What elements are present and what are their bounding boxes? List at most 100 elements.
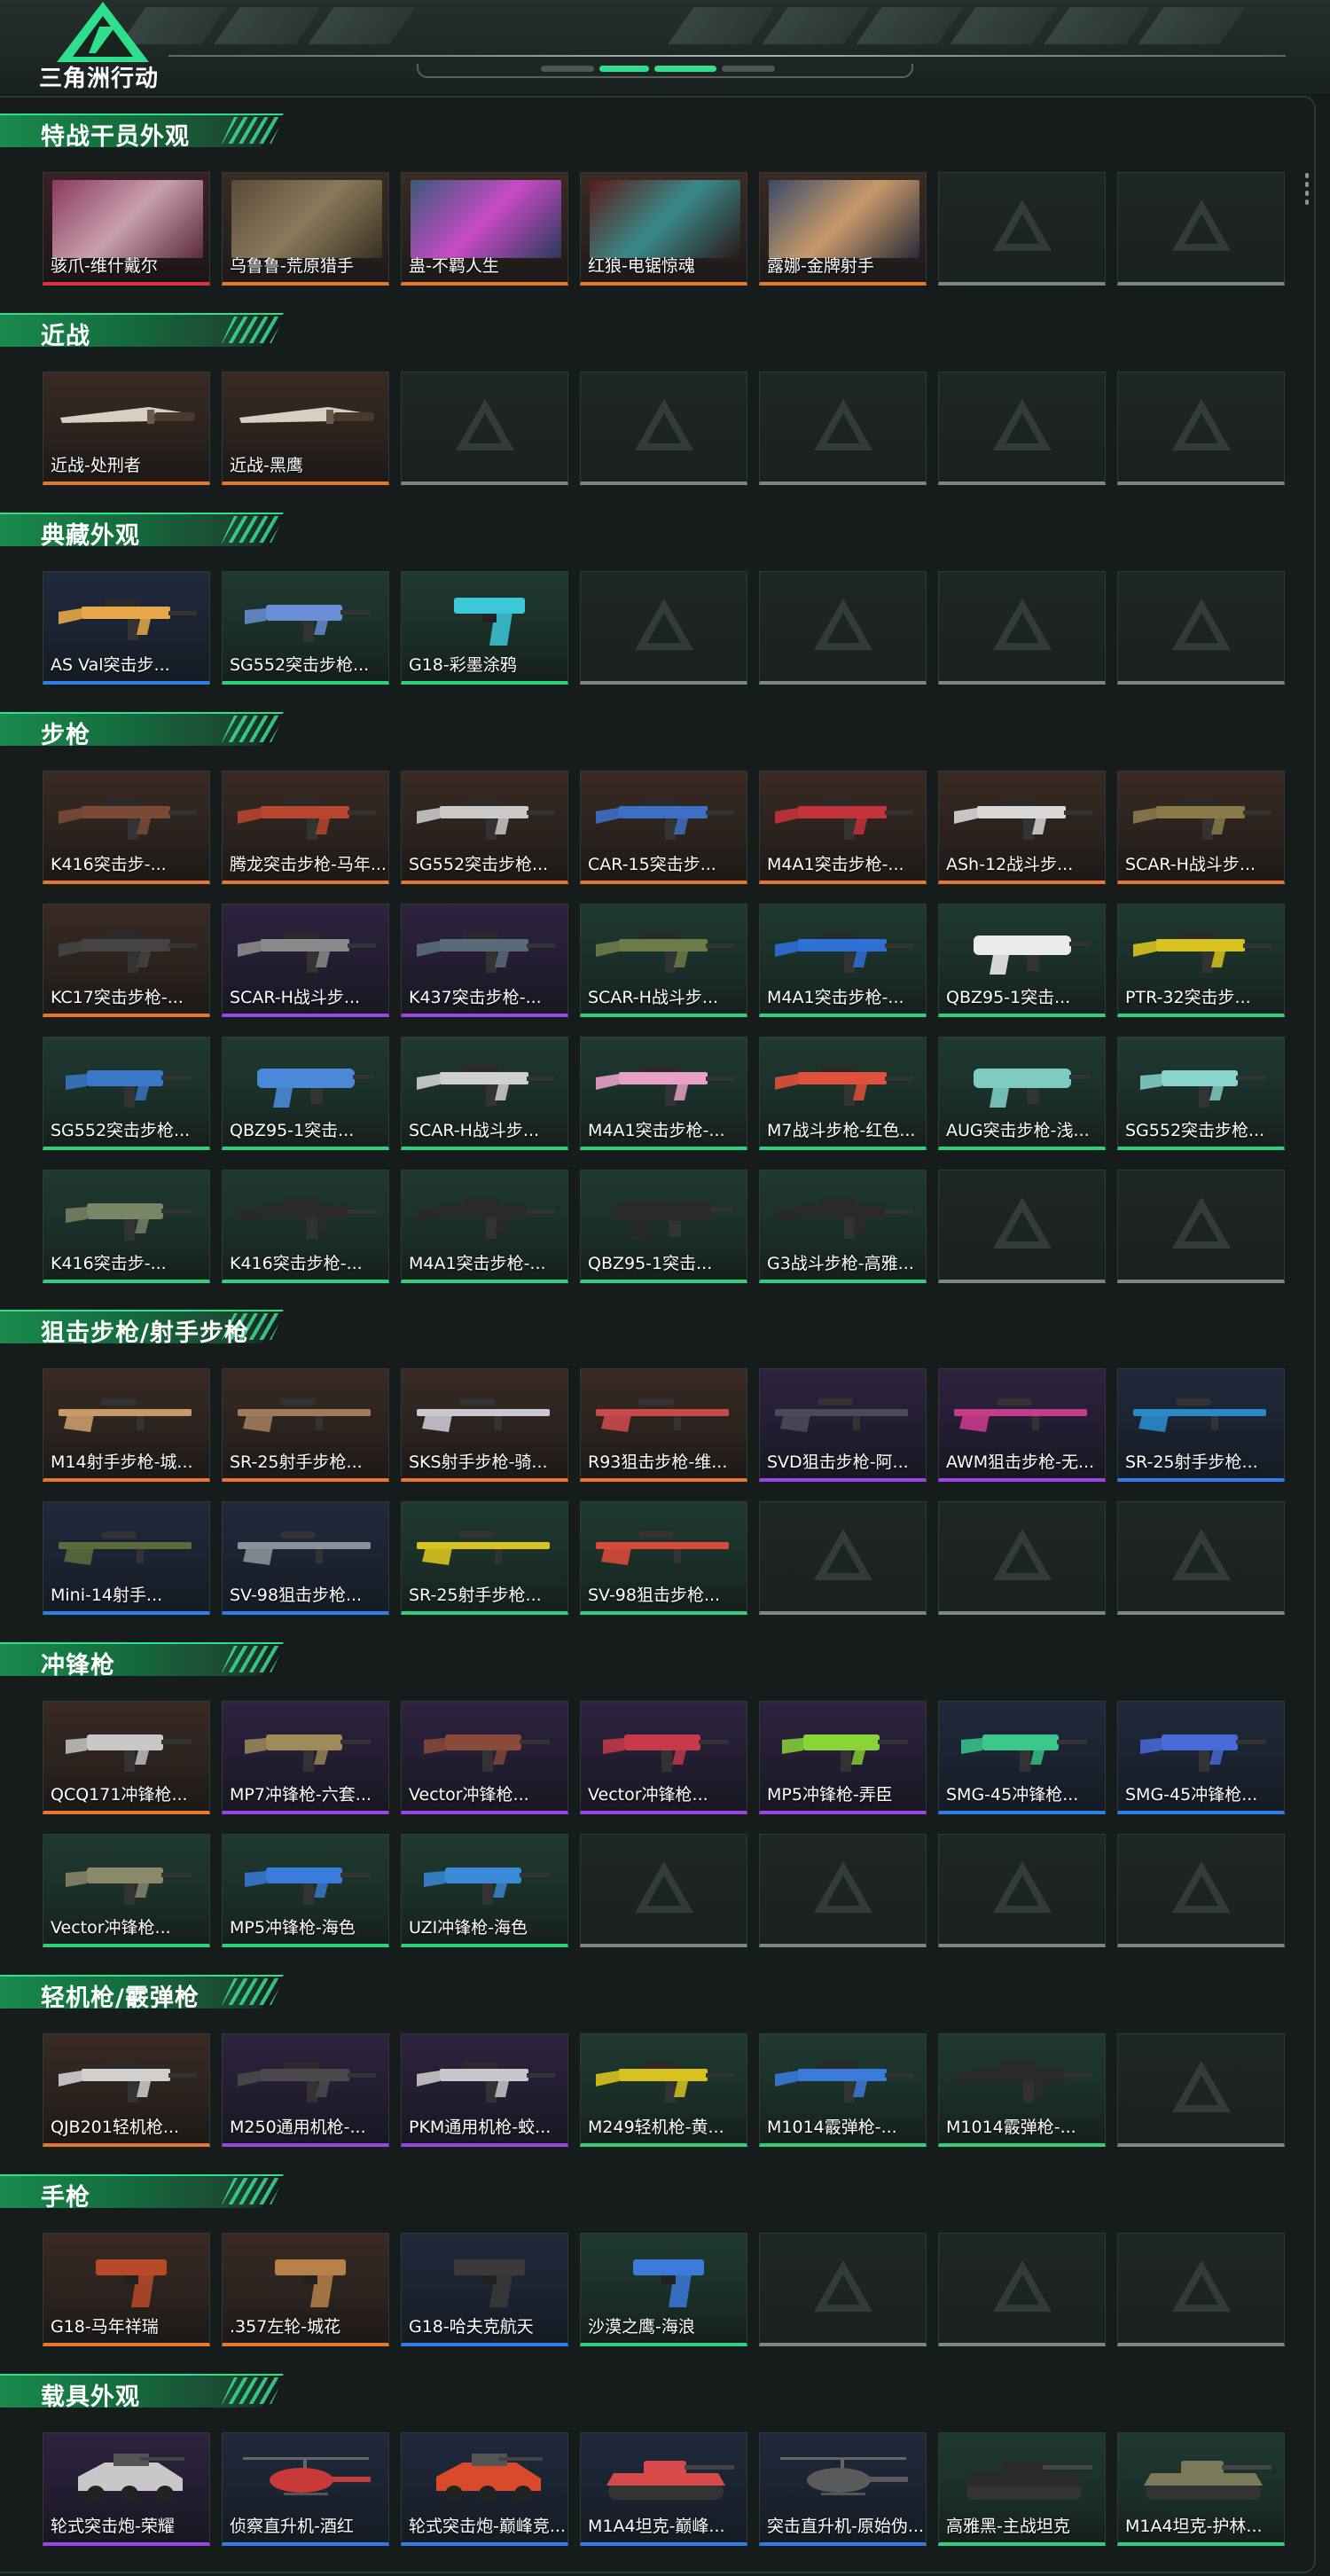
placeholder-logo-icon xyxy=(1171,2060,1231,2112)
skin-card[interactable]: 轮式突击炮-巅峰竞... xyxy=(401,2432,568,2546)
skin-card[interactable]: 腾龙突击步枪-马年... xyxy=(222,771,389,884)
skin-card[interactable]: PKM通用机枪-蛟... xyxy=(401,2033,568,2147)
skin-card[interactable]: KC17突击步枪-... xyxy=(43,904,210,1017)
skin-card[interactable]: 突击直升机-原始伪... xyxy=(759,2432,927,2546)
skin-card[interactable]: G18-彩墨涂鸦 xyxy=(401,571,568,685)
skin-card[interactable]: K416突击步-... xyxy=(43,771,210,884)
skin-card[interactable]: K437突击步枪-... xyxy=(401,904,568,1017)
skin-card[interactable]: SCAR-H战斗步... xyxy=(401,1037,568,1150)
skin-card[interactable]: 蛊-不羁人生 xyxy=(401,172,568,286)
scrollbar-handle[interactable] xyxy=(1305,173,1309,205)
empty-slot xyxy=(1117,571,1285,685)
section-title: 近战 xyxy=(41,323,90,350)
skin-card[interactable]: M7战斗步枪-红色... xyxy=(759,1037,927,1150)
skin-card[interactable]: AUG突击步枪-浅... xyxy=(938,1037,1106,1150)
skin-card[interactable]: 沙漠之鹰-海浪 xyxy=(580,2233,747,2346)
skin-card[interactable]: SCAR-H战斗步... xyxy=(222,904,389,1017)
skin-card[interactable]: 红狼-电锯惊魂 xyxy=(580,172,747,286)
skin-card[interactable]: 乌鲁鲁-荒原猎手 xyxy=(222,172,389,286)
skin-card[interactable]: SV-98狙击步枪... xyxy=(222,1501,389,1615)
skin-name: AS Val突击步... xyxy=(51,655,170,675)
placeholder-logo-icon xyxy=(455,398,514,450)
skin-card[interactable]: Mini-14射手... xyxy=(43,1501,210,1615)
divider xyxy=(168,55,1286,57)
skin-card[interactable]: QCQ171冲锋枪... xyxy=(43,1701,210,1814)
skin-card[interactable]: PTR-32突击步... xyxy=(1117,904,1285,1017)
skin-name: M250通用机枪-... xyxy=(230,2118,366,2137)
skin-card[interactable]: 近战-处刑者 xyxy=(43,372,210,485)
skin-card[interactable]: SKS射手步枪-骑... xyxy=(401,1368,568,1482)
item-grid-row: 骇爪-维什戴尔 乌鲁鲁-荒原猎手 蛊-不羁人生 红狼-电锯惊魂 露娜-金牌射手 xyxy=(43,172,1285,286)
skin-card[interactable]: SV-98狙击步枪... xyxy=(580,1501,747,1615)
skin-card[interactable]: SCAR-H战斗步... xyxy=(1117,771,1285,884)
skin-card[interactable]: G18-哈夫克航天 xyxy=(401,2233,568,2346)
skin-card[interactable]: M4A1突击步枪-... xyxy=(580,1037,747,1150)
skin-card[interactable]: M4A1突击步枪-... xyxy=(401,1170,568,1283)
skin-card[interactable]: M1014霰弹枪-... xyxy=(938,2033,1106,2147)
skin-card[interactable]: SG552突击步枪... xyxy=(222,571,389,685)
item-grid-row: Mini-14射手... SV-98狙击步枪... SR-25射手步枪... SV-9… xyxy=(43,1501,1285,1615)
bullpup-icon xyxy=(944,1043,1099,1119)
skin-card[interactable]: 骇爪-维什戴尔 xyxy=(43,172,210,286)
skin-name: Mini-14射手... xyxy=(51,1586,163,1605)
section-title: 冲锋枪 xyxy=(41,1652,115,1679)
skin-card[interactable]: G18-马年祥瑞 xyxy=(43,2233,210,2346)
skin-card[interactable]: M14射手步枪-城... xyxy=(43,1368,210,1482)
skin-card[interactable]: SR-25射手步枪... xyxy=(1117,1368,1285,1482)
skin-card[interactable]: QBZ95-1突击... xyxy=(938,904,1106,1017)
skin-card[interactable]: 露娜-金牌射手 xyxy=(759,172,927,286)
skin-card[interactable]: M4A1突击步枪-... xyxy=(759,771,927,884)
skin-card[interactable]: SG552突击步枪... xyxy=(1117,1037,1285,1150)
skin-card[interactable]: 高雅黑-主战坦克 xyxy=(938,2432,1106,2546)
section: 狙击步枪/射手步枪 M14射手步枪-城... SR-25射手步枪... SKS射手步枪… xyxy=(0,1304,1314,1615)
skin-card[interactable]: Vector冲锋枪... xyxy=(401,1701,568,1814)
skin-card[interactable]: SG552突击步枪... xyxy=(401,771,568,884)
skin-card[interactable]: QBZ95-1突击... xyxy=(580,1170,747,1283)
skin-card[interactable]: UZI冲锋枪-海色 xyxy=(401,1834,568,1947)
skin-card[interactable]: 侦察直升机-酒红 xyxy=(222,2432,389,2546)
skin-card[interactable]: Vector冲锋枪... xyxy=(580,1701,747,1814)
skin-card[interactable]: R93狙击步枪-维... xyxy=(580,1368,747,1482)
skin-card[interactable]: K416突击步枪-... xyxy=(222,1170,389,1283)
skin-name: QCQ171冲锋枪... xyxy=(51,1785,188,1805)
skin-card[interactable]: SG552突击步枪... xyxy=(43,1037,210,1150)
skin-card[interactable]: QBZ95-1突击... xyxy=(222,1037,389,1150)
skin-card[interactable]: .357左轮-城花 xyxy=(222,2233,389,2346)
skin-card[interactable]: SVD狙击步枪-阿... xyxy=(759,1368,927,1482)
skin-card[interactable]: SR-25射手步枪... xyxy=(401,1501,568,1615)
skin-card[interactable]: MP7冲锋枪-六套... xyxy=(222,1701,389,1814)
skin-card[interactable]: M1A4坦克-巅峰... xyxy=(580,2432,747,2546)
skin-card[interactable]: SR-25射手步枪... xyxy=(222,1368,389,1482)
section: 步枪 K416突击步-... 腾龙突击步枪-马年... SG552突击步枪... CAR… xyxy=(0,707,1314,1283)
skin-card[interactable]: AS Val突击步... xyxy=(43,571,210,685)
skin-card[interactable]: AWM狙击步枪-无... xyxy=(938,1368,1106,1482)
rifle-icon xyxy=(944,2040,1099,2116)
skin-card[interactable]: G3战斗步枪-高雅... xyxy=(759,1170,927,1283)
skin-card[interactable]: 近战-黑鹰 xyxy=(222,372,389,485)
placeholder-logo-icon xyxy=(813,598,872,650)
skin-name: M4A1突击步枪-... xyxy=(588,1121,725,1140)
skin-card[interactable]: SMG-45冲锋枪... xyxy=(938,1701,1106,1814)
skin-card[interactable]: QJB201轻机枪... xyxy=(43,2033,210,2147)
skin-name: PKM通用机枪-蛟... xyxy=(409,2118,552,2137)
skin-card[interactable]: MP5冲锋枪-海色 xyxy=(222,1834,389,1947)
skin-card[interactable]: Vector冲锋枪... xyxy=(43,1834,210,1947)
skin-name: 蛊-不羁人生 xyxy=(409,256,499,276)
placeholder-logo-icon xyxy=(992,1528,1052,1580)
skin-card[interactable]: K416突击步-... xyxy=(43,1170,210,1283)
pistol-icon xyxy=(407,577,562,654)
skin-card[interactable]: MP5冲锋枪-弄臣 xyxy=(759,1701,927,1814)
rifle-icon xyxy=(49,777,204,853)
skin-card[interactable]: M1A4坦克-护林... xyxy=(1117,2432,1285,2546)
skin-card[interactable]: M1014霰弹枪-... xyxy=(759,2033,927,2147)
rifle-icon xyxy=(228,777,383,853)
skin-card[interactable]: SMG-45冲锋枪... xyxy=(1117,1701,1285,1814)
skin-card[interactable]: CAR-15突击步... xyxy=(580,771,747,884)
skin-card[interactable]: ASh-12战斗步... xyxy=(938,771,1106,884)
skin-name: SCAR-H战斗步... xyxy=(1125,855,1256,874)
skin-card[interactable]: 轮式突击炮-荣耀 xyxy=(43,2432,210,2546)
skin-card[interactable]: SCAR-H战斗步... xyxy=(580,904,747,1017)
skin-card[interactable]: M249轻机枪-黄... xyxy=(580,2033,747,2147)
skin-card[interactable]: M4A1突击步枪-... xyxy=(759,904,927,1017)
skin-card[interactable]: M250通用机枪-... xyxy=(222,2033,389,2147)
